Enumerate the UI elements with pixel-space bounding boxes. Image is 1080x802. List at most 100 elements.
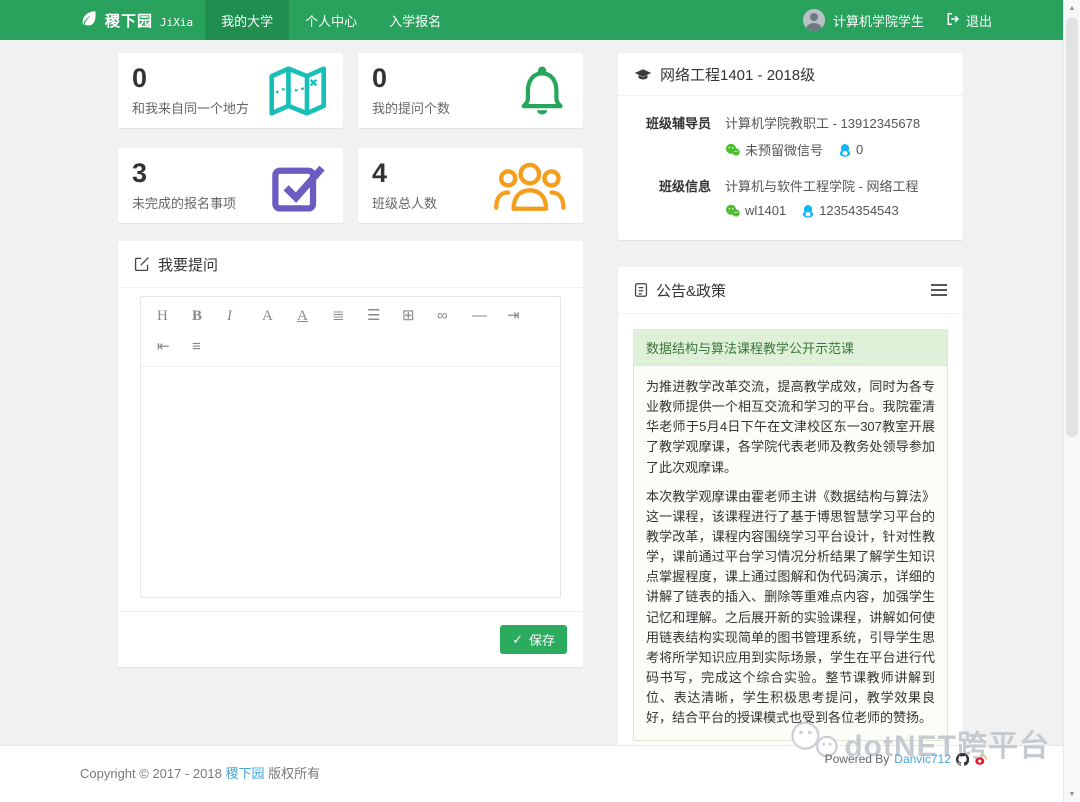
stat-text: 3 未完成的报名事项 [132, 159, 236, 211]
menu-icon[interactable] [931, 279, 947, 301]
map-icon [268, 65, 327, 117]
copyright-prefix: Copyright © 2017 - 2018 [80, 766, 222, 781]
wechat-icon [725, 204, 740, 217]
stats-grid: 0 和我来自同一个地方 0 我的提问个数 3 未完成的报名事项 4 班级总人数 [118, 53, 583, 223]
scroll-up-arrow[interactable]: ▲ [1064, 0, 1080, 16]
class-info-body: 班级辅导员 计算机学院教职工 - 13912345678 未预留微信号 0 班级… [618, 96, 963, 240]
github-icon[interactable] [956, 752, 969, 766]
stat-card-unfinished-tasks: 3 未完成的报名事项 [118, 148, 343, 223]
announcement-title: 公告&政策 [656, 282, 727, 300]
rich-text-editor: H B I A A ≣ ☰ ⊞ ∞ — ⇥ ⇤ ≡ [140, 296, 561, 598]
notice-text: 为推进教学改革交流，提高教学成效，同时为各专业教师提供一个相互交流和学习的平台。… [634, 366, 947, 740]
save-button[interactable]: ✓ 保存 [500, 625, 567, 654]
row-label: 班级辅导员 [645, 116, 711, 131]
announcement-header: 公告&政策 [618, 267, 963, 314]
powered-prefix: Powered By [824, 752, 890, 766]
copyright-suffix: 版权所有 [268, 766, 321, 781]
unordered-list-icon[interactable]: ☰ [363, 307, 398, 325]
powered-by: Powered By Danvic712 [825, 752, 988, 766]
brand[interactable]: 稷下园 JiXia [80, 0, 193, 40]
stat-card-class-size: 4 班级总人数 [358, 148, 583, 223]
graduation-cap-icon [634, 68, 652, 81]
stat-label: 未完成的报名事项 [132, 195, 237, 211]
stat-value: 0 [372, 63, 388, 94]
stat-value: 0 [132, 63, 148, 94]
class-info-header: 网络工程1401 - 2018级 [618, 53, 963, 96]
notice-card: 数据结构与算法课程教学公开示范课 为推进教学改革交流，提高教学成效，同时为各专业… [633, 329, 948, 742]
font-color-icon[interactable]: A [258, 307, 293, 325]
user-name[interactable]: 计算机学院学生 [833, 11, 924, 30]
navbar-user-area: 计算机学院学生 退出 [802, 0, 992, 40]
copyright-text: Copyright © 2017 - 2018 稷下园 版权所有 [80, 763, 320, 782]
stat-label: 班级总人数 [372, 195, 438, 211]
indent-icon[interactable]: ⇥ [503, 307, 538, 325]
outdent-icon[interactable]: ⇤ [153, 338, 188, 356]
panel-title: 我要提问 [158, 256, 219, 274]
stat-text: 0 我的提问个数 [372, 64, 450, 116]
ask-question-panel: 我要提问 H B I A A ≣ ☰ ⊞ ∞ — ⇥ ⇤ ≡ ✓ 保存 [118, 241, 583, 667]
bell-icon [517, 65, 567, 117]
notice-paragraph: 本次教学观摩课由霍老师主讲《数据结构与算法》这一课程，该课程进行了基于博思智慧学… [646, 488, 935, 726]
weibo-icon[interactable] [974, 753, 988, 766]
announcement-panel: 公告&政策 数据结构与算法课程教学公开示范课 为推进教学改革交流，提高教学成效，… [618, 267, 963, 797]
wechat-value: wl1401 [745, 203, 787, 218]
class-detail-text: 计算机与软件工程学院 - 网络工程 [725, 179, 919, 194]
align-icon[interactable]: ≡ [188, 338, 223, 356]
nav-item-personal-center[interactable]: 个人中心 [289, 0, 373, 40]
author-link[interactable]: Danvic712 [894, 752, 951, 766]
heading-icon[interactable]: H [153, 307, 188, 325]
horizontal-rule-icon[interactable]: — [468, 307, 503, 325]
contact-line: wl1401 12354354543 [725, 203, 919, 218]
main-content: 0 和我来自同一个地方 0 我的提问个数 3 未完成的报名事项 4 班级总人数 … [118, 53, 963, 797]
scroll-down-arrow[interactable]: ▼ [1064, 786, 1080, 802]
nav-item-my-university[interactable]: 我的大学 [205, 0, 290, 40]
bold-icon[interactable]: B [188, 307, 223, 325]
vertical-scrollbar[interactable]: ▲ ▼ [1063, 0, 1080, 802]
scrollbar-thumb[interactable] [1066, 17, 1078, 437]
editor-content-area[interactable] [141, 367, 560, 597]
logout-label: 退出 [965, 13, 992, 29]
notice-paragraph: 为推进教学改革交流，提高教学成效，同时为各专业教师提供一个相互交流和学习的平台。… [646, 379, 935, 475]
save-button-label: 保存 [528, 633, 555, 648]
qq-value: 12354354543 [819, 203, 899, 218]
stat-text: 0 和我来自同一个地方 [132, 64, 249, 116]
sign-out-icon [946, 12, 961, 29]
wechat-chip: wl1401 [725, 203, 786, 218]
qq-value: 0 [856, 142, 864, 157]
brand-footer-link[interactable]: 稷下园 [225, 766, 264, 781]
users-icon [493, 160, 567, 212]
brand-name: 稷下园 [105, 12, 154, 30]
stat-label: 我的提问个数 [372, 100, 451, 116]
notice-title[interactable]: 数据结构与算法课程教学公开示范课 [634, 330, 947, 366]
ask-question-header: 我要提问 [118, 241, 583, 288]
document-icon [634, 282, 648, 298]
editor-toolbar: H B I A A ≣ ☰ ⊞ ∞ — ⇥ ⇤ ≡ [141, 297, 560, 367]
wechat-icon [725, 143, 740, 156]
underline-icon[interactable]: A [293, 307, 328, 325]
stat-label: 和我来自同一个地方 [132, 100, 250, 116]
italic-icon[interactable]: I [223, 307, 258, 325]
qq-chip: 12354354543 [802, 203, 899, 218]
row-value: 计算机学院教职工 - 13912345678 未预留微信号 0 [725, 113, 920, 159]
row-label: 班级信息 [658, 179, 711, 194]
qq-icon [839, 143, 851, 157]
check-square-icon [270, 160, 327, 212]
link-icon[interactable]: ∞ [433, 307, 468, 325]
class-info-panel: 网络工程1401 - 2018级 班级辅导员 计算机学院教职工 - 139123… [618, 53, 963, 240]
stat-value: 3 [132, 158, 148, 189]
qq-icon [802, 204, 814, 218]
left-column: 0 和我来自同一个地方 0 我的提问个数 3 未完成的报名事项 4 班级总人数 … [118, 53, 583, 796]
wechat-value: 未预留微信号 [745, 143, 824, 158]
leaf-icon [80, 9, 98, 32]
edit-icon [134, 256, 150, 272]
right-column: 网络工程1401 - 2018级 班级辅导员 计算机学院教职工 - 139123… [618, 53, 963, 797]
table-icon[interactable]: ⊞ [398, 307, 433, 325]
top-navbar: 稷下园 JiXia 我的大学 个人中心 入学报名 计算机学院学生 退出 [0, 0, 1080, 40]
ordered-list-icon[interactable]: ≣ [328, 307, 363, 325]
stat-text: 4 班级总人数 [372, 159, 437, 211]
nav-menu: 我的大学 个人中心 入学报名 [205, 0, 457, 40]
logout-button[interactable]: 退出 [946, 11, 992, 30]
nav-item-enrollment[interactable]: 入学报名 [373, 0, 457, 40]
user-avatar[interactable] [802, 9, 825, 31]
qq-chip: 0 [839, 142, 863, 157]
